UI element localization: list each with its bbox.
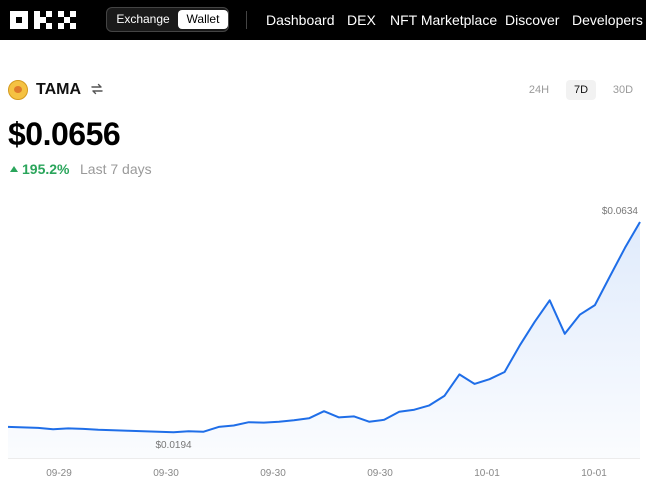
current-price: $0.0656 — [8, 116, 121, 152]
x-tick-label: 10-01 — [474, 468, 500, 479]
range-24h-button[interactable]: 24H — [523, 80, 555, 100]
exchange-wallet-toggle[interactable]: Exchange Wallet — [106, 7, 229, 32]
top-nav-bar: Exchange Wallet Dashboard DEX NFT Market… — [0, 0, 646, 40]
x-tick-label: 09-30 — [260, 468, 286, 479]
token-symbol: TAMA — [36, 81, 82, 98]
nav-dex[interactable]: DEX — [347, 0, 376, 40]
swap-icon[interactable] — [90, 82, 104, 96]
x-tick-label: 09-30 — [367, 468, 393, 479]
wallet-tab[interactable]: Wallet — [178, 10, 228, 29]
min-price-label: $0.0194 — [155, 440, 192, 451]
x-tick-label: 09-29 — [46, 468, 72, 479]
range-7d-button[interactable]: 7D — [566, 80, 596, 100]
range-30d-button[interactable]: 30D — [606, 80, 640, 100]
x-tick-label: 10-01 — [581, 468, 607, 479]
nav-divider — [246, 11, 247, 29]
up-arrow-icon — [10, 166, 18, 172]
x-axis-line — [8, 458, 640, 459]
price-chart[interactable]: $0.0634 $0.0194 09-29 09-30 09-30 09-30 10-01 1… — [0, 180, 646, 483]
max-price-label: $0.0634 — [602, 206, 639, 217]
price-change-period: Last 7 days — [80, 161, 152, 177]
price-area-fill — [8, 222, 640, 458]
nav-nft-marketplace[interactable]: NFT Marketplace — [390, 0, 497, 40]
exchange-tab[interactable]: Exchange — [109, 10, 177, 29]
nav-developers[interactable]: Developers — [572, 0, 643, 40]
tama-token-icon — [8, 80, 28, 100]
x-tick-label: 09-30 — [153, 468, 179, 479]
nav-dashboard[interactable]: Dashboard — [266, 0, 335, 40]
okx-logo[interactable] — [10, 11, 82, 29]
nav-discover[interactable]: Discover — [505, 0, 559, 40]
price-change-percent: 195.2% — [22, 161, 70, 177]
